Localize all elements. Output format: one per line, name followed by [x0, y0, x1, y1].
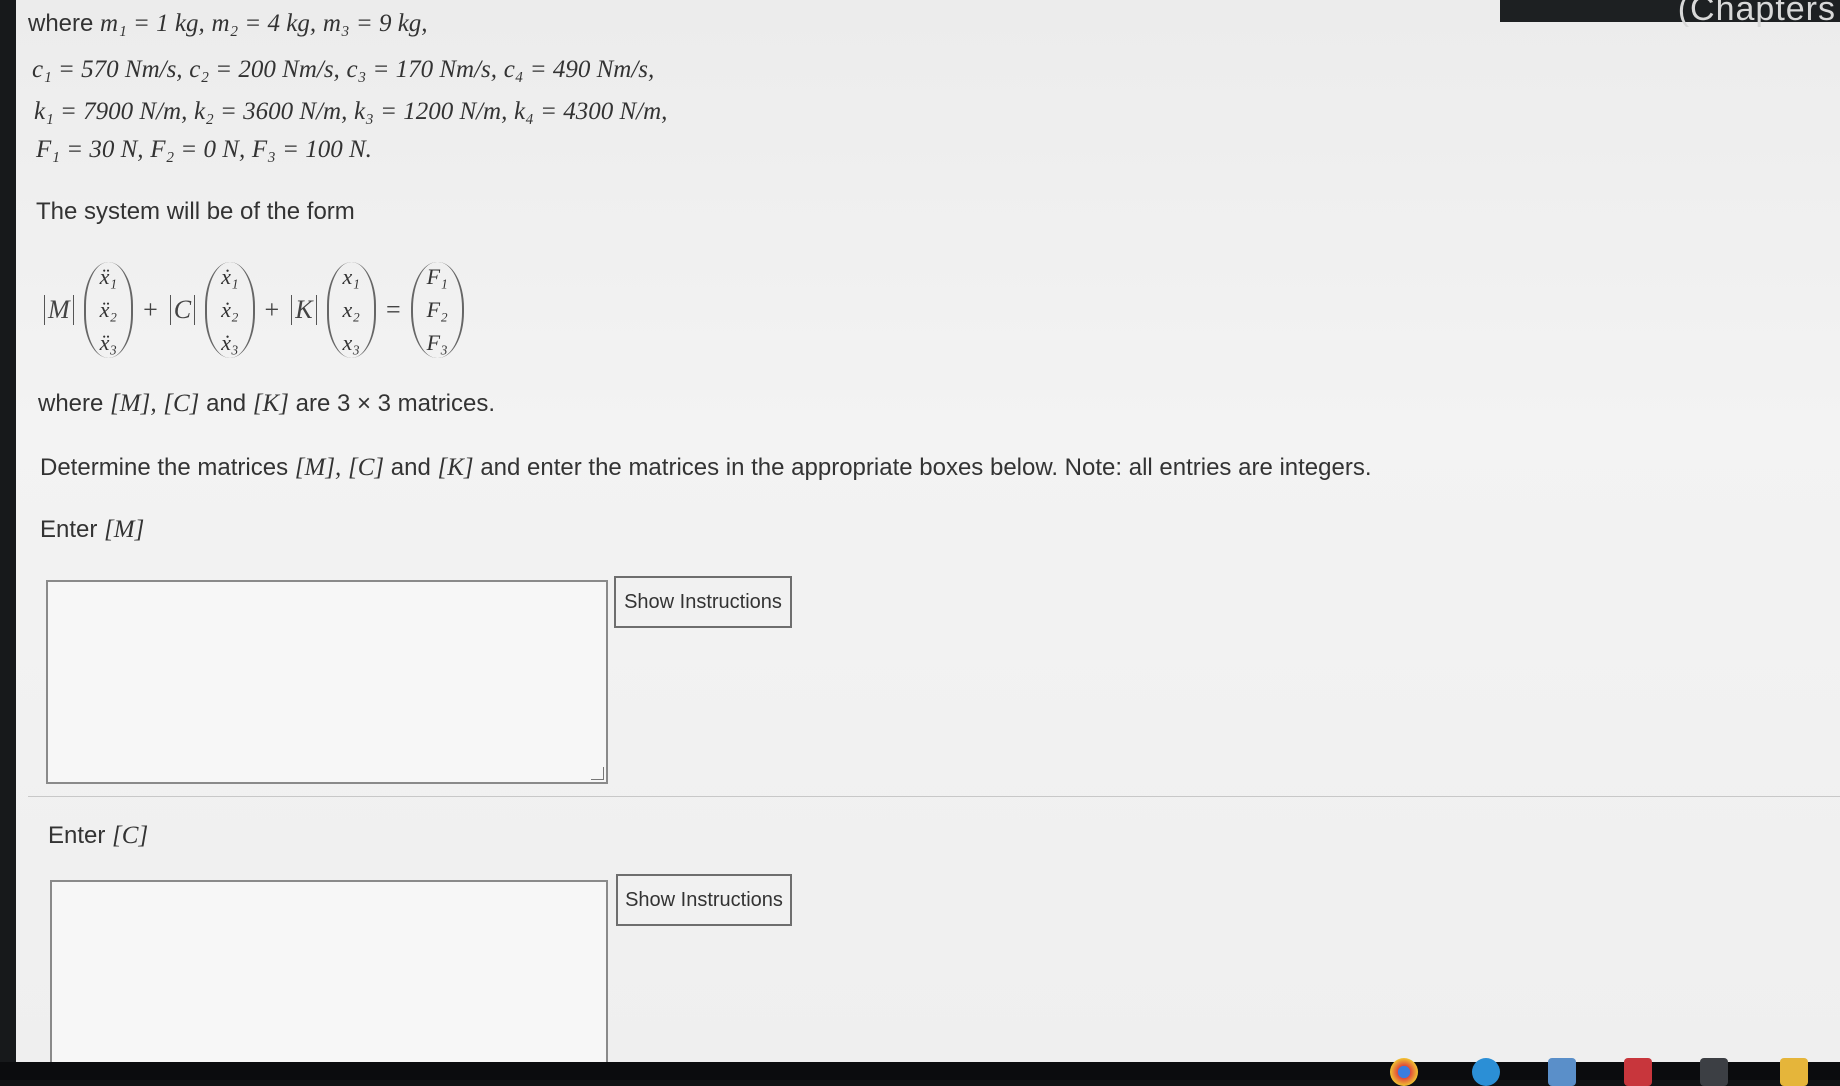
plus-sign: +	[264, 295, 280, 324]
enter-word: Enter	[40, 516, 98, 543]
disp-3: x₃	[342, 330, 360, 355]
force-vec-2: F₂	[426, 297, 448, 322]
damping-4: c₄ = 490 Nm/s,	[503, 56, 655, 83]
where-label: where	[28, 10, 94, 37]
C-ref: [C]	[163, 390, 200, 417]
resize-grip-icon[interactable]	[591, 767, 604, 780]
and-word-2: and	[390, 454, 431, 481]
force-vec-3: F₃	[426, 330, 448, 355]
mass-3: m₃ = 9 kg,	[322, 10, 428, 37]
damping-2: c₂ = 200 Nm/s,	[189, 56, 340, 83]
given-masses: where m₁ = 1 kg, m₂ = 4 kg, m₃ = 9 kg,	[28, 10, 428, 38]
vel-3: ẋ₃	[221, 330, 239, 355]
mass-1: m₁ = 1 kg,	[100, 10, 205, 37]
K-ref-2: [K]	[437, 454, 474, 481]
disp-2: x₂	[342, 297, 360, 322]
matrix-M-input[interactable]	[46, 580, 608, 784]
accel-2: ẍ₂	[99, 297, 118, 322]
M-ref: [M],	[110, 390, 157, 417]
vel-2: ẋ₂	[221, 297, 239, 322]
matrix-K-symbol: K	[291, 295, 317, 325]
given-damping: c₁ = 570 Nm/s, c₂ = 200 Nm/s, c₃ = 170 N…	[32, 56, 654, 84]
force-3: F₃ = 100 N.	[251, 136, 372, 163]
enter-matrix-symbol: [C]	[112, 822, 149, 849]
where-label-2: where	[38, 390, 104, 417]
matrices-description: where [M], [C] and [K] are 3 × 3 matrice…	[38, 390, 495, 418]
stiffness-3: k₃ = 1200 N/m,	[354, 98, 508, 125]
velocity-vector: ẋ₁ ẋ₂ ẋ₃	[205, 262, 255, 358]
browser-page: (Chapters where m₁ = 1 kg, m₂ = 4 kg, m₃…	[0, 0, 1840, 1062]
force-vector: F₁ F₂ F₃	[410, 262, 464, 358]
matrix-size-text: are 3 × 3 matrices.	[295, 390, 496, 417]
system-equation: M ẍ₁ ẍ₂ ẍ₃ + C ẋ₁ ẋ₂ ẋ₃ + K x₁ x₂ x₃ = F…	[38, 258, 468, 362]
matrix-M-symbol: M	[44, 295, 74, 325]
folder-icon[interactable]	[1780, 1058, 1808, 1086]
determine-suffix: and enter the matrices in the appropriat…	[480, 454, 1372, 481]
plus-sign: +	[143, 295, 158, 324]
enter-word: Enter	[48, 822, 106, 849]
disp-1: x₁	[342, 264, 360, 289]
and-word: and	[206, 390, 247, 417]
displacement-vector: x₁ x₂ x₃	[326, 262, 376, 358]
M-ref-2: [M],	[294, 454, 342, 481]
equals-sign: =	[385, 295, 401, 324]
enter-C-label: Enter [C]	[48, 822, 148, 850]
given-stiffness: k₁ = 7900 N/m, k₂ = 3600 N/m, k₃ = 1200 …	[34, 98, 667, 126]
edge-icon[interactable]	[1472, 1058, 1500, 1086]
accel-1: ẍ₁	[99, 264, 118, 289]
generic-app-icon[interactable]	[1548, 1058, 1576, 1086]
window-title-fragment: (Chapters	[1677, 0, 1836, 28]
vel-1: ẋ₁	[221, 264, 239, 289]
force-vec-1: F₁	[426, 264, 448, 289]
stiffness-1: k₁ = 7900 N/m,	[34, 98, 188, 125]
stiffness-4: k₄ = 4300 N/m,	[514, 98, 668, 125]
determine-prefix: Determine the matrices	[40, 454, 289, 481]
matrix-C-input[interactable]	[50, 880, 608, 1062]
acceleration-vector: ẍ₁ ẍ₂ ẍ₃	[83, 262, 134, 358]
matrix-C-symbol: C	[169, 295, 196, 325]
accel-3: ẍ₃	[99, 330, 118, 355]
K-ref: [K]	[252, 390, 289, 417]
mass-2: m₂ = 4 kg,	[211, 10, 317, 37]
force-2: F₂ = 0 N,	[150, 136, 246, 163]
damping-1: c₁ = 570 Nm/s,	[32, 56, 183, 83]
show-instructions-button-M[interactable]: Show Instructions	[614, 576, 792, 628]
show-instructions-button-C[interactable]: Show Instructions	[616, 874, 792, 926]
C-ref-2: [C]	[347, 454, 385, 481]
force-1: F₁ = 30 N,	[36, 136, 144, 163]
monitor-bezel-left	[0, 0, 16, 1080]
mail-icon[interactable]	[1624, 1058, 1652, 1086]
damping-3: c₃ = 170 Nm/s,	[346, 56, 498, 83]
enter-M-label: Enter [M]	[40, 516, 144, 544]
taskbar-icons	[1380, 1048, 1840, 1086]
instructions-text: Determine the matrices [M], [C] and [K] …	[40, 454, 1372, 482]
title-bar: (Chapters	[1500, 0, 1840, 28]
enter-matrix-symbol: [M]	[104, 516, 145, 543]
given-forces: F₁ = 30 N, F₂ = 0 N, F₃ = 100 N.	[36, 136, 372, 164]
chrome-icon[interactable]	[1390, 1058, 1418, 1086]
stiffness-2: k₂ = 3600 N/m,	[194, 98, 348, 125]
system-form-text: The system will be of the form	[36, 198, 355, 225]
section-divider	[28, 796, 1840, 797]
calculator-icon[interactable]	[1700, 1058, 1728, 1086]
